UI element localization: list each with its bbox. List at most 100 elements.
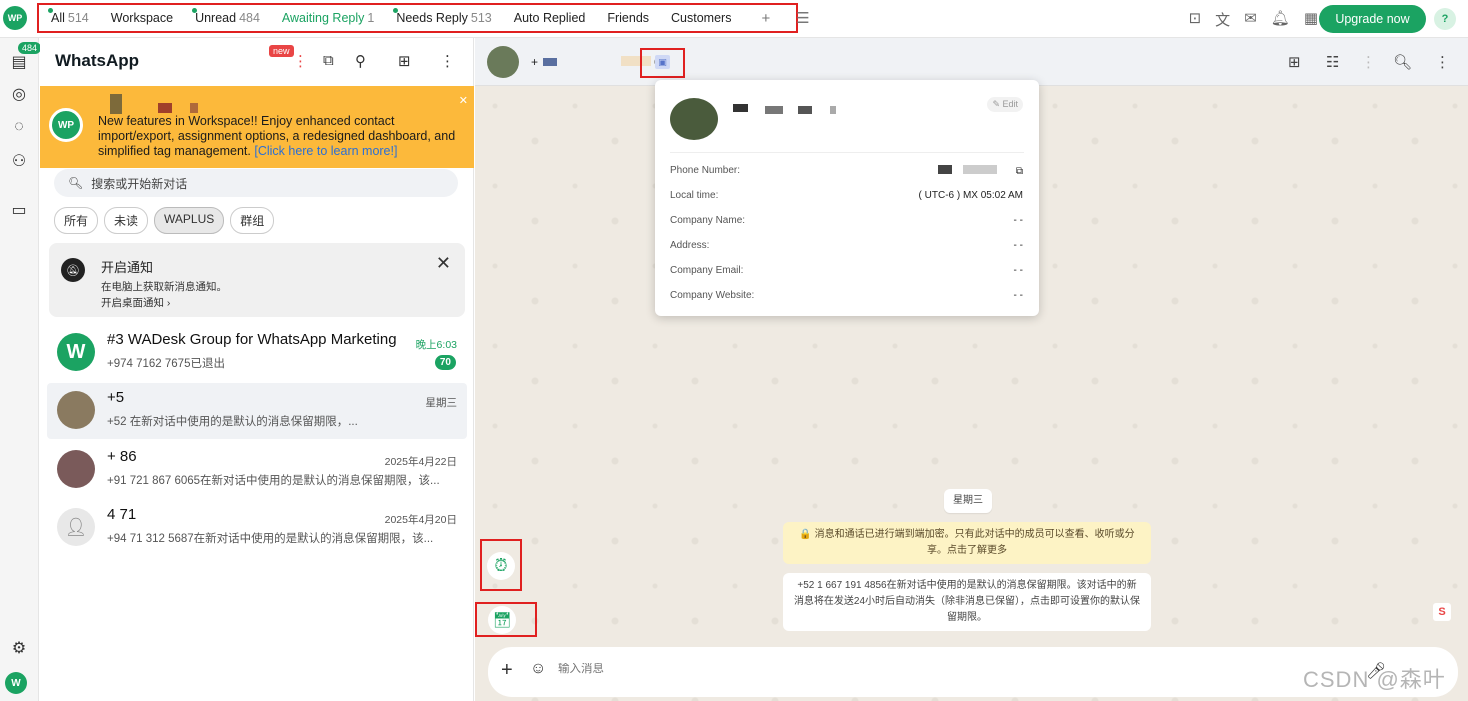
tab-auto-replied[interactable]: Auto Replied: [514, 11, 586, 25]
chat-list-panel: WhatsApp new ⋮ ⧉ ⚲ ⊞ ⋮ WP New features i…: [40, 38, 474, 701]
chip-unread[interactable]: 未读: [104, 207, 149, 234]
tab-friends[interactable]: Friends: [607, 11, 649, 25]
unread-count-badge: 70: [434, 355, 456, 370]
divider: [670, 152, 1024, 153]
attach-plus-icon[interactable]: +: [501, 659, 513, 682]
copy-icon[interactable]: ⧉: [1016, 166, 1023, 177]
edit-button[interactable]: ✎ Edit: [987, 97, 1023, 112]
notify-subtitle: 在电脑上获取新消息通知。: [101, 281, 227, 293]
app-logo-icon: WP: [3, 6, 27, 30]
search-icon: 🔍︎: [68, 176, 84, 190]
avatar: W: [57, 333, 95, 371]
more-vertical-icon[interactable]: ⋮: [1361, 53, 1376, 71]
tab-needs-reply[interactable]: Needs Reply 513: [393, 8, 492, 25]
chat-time: 2025年4月22日: [384, 456, 457, 468]
chat-filter-chips: 所有 未读 WAPLUS 群组: [54, 207, 275, 234]
add-tab-icon[interactable]: +: [761, 10, 770, 27]
chat-name: +5: [107, 389, 125, 406]
chip-all[interactable]: 所有: [54, 207, 99, 234]
avatar[interactable]: [487, 46, 519, 78]
avatar: [57, 391, 95, 429]
bell-off-icon: 🔕︎: [61, 258, 85, 282]
dot-icon: [48, 8, 53, 13]
alarm-clock-icon: ⏰︎: [487, 552, 515, 580]
chat-item[interactable]: + 86 +91 721 867 6065在新对话中使用的是默认的消息保留期限，…: [47, 442, 467, 498]
enable-notifications-link[interactable]: 开启桌面通知 ›: [101, 295, 170, 310]
chat-time: 晚上6:03: [415, 339, 457, 351]
contact-info-card: ✎ Edit Phone Number: ⧉ Local time: ( UTC…: [655, 80, 1039, 316]
tab-all[interactable]: All 514: [48, 8, 89, 25]
chat-item[interactable]: +5 +52 在新对话中使用的是默认的消息保留期限，... 星期三: [47, 383, 467, 439]
message-input[interactable]: [558, 663, 1258, 675]
apps-icon[interactable]: ▦: [1304, 9, 1318, 30]
banner-text: New features in Workspace!! Enjoy enhanc…: [98, 114, 456, 158]
chat-name: + 86: [107, 448, 137, 465]
conversation-panel: + 6 ▣ ⊞ ☷ ⋮ 🔍︎ ⋮ ✎ Edit Phone Number: ⧉ …: [475, 38, 1468, 701]
search-input[interactable]: 🔍︎ 搜索或开始新对话: [54, 169, 458, 197]
new-badge: new: [269, 45, 294, 57]
new-chat-icon[interactable]: ⊞: [398, 52, 411, 70]
scheduled-message-button[interactable]: ⏰︎: [480, 539, 522, 591]
add-contact-icon[interactable]: ⚲: [355, 52, 366, 70]
date-divider: 星期三: [944, 489, 992, 513]
folder-add-icon[interactable]: ⊞: [1288, 53, 1301, 71]
filter-tabs: All 514 Workspace Unread 484 Awaiting Repl…: [37, 3, 810, 33]
emoji-icon[interactable]: ☺: [530, 660, 546, 678]
pin-icon[interactable]: ⋮: [293, 52, 308, 70]
calendar-task-button[interactable]: 📅︎: [475, 602, 537, 637]
local-time-row: Local time: ( UTC-6 ) MX 05:02 AM: [670, 190, 1023, 201]
calendar-check-icon: 📅︎: [488, 606, 516, 634]
settings-icon[interactable]: ⚙: [7, 638, 31, 660]
wadesk-logo-icon[interactable]: W: [5, 672, 27, 694]
learn-more-link[interactable]: [Click here to learn more!]: [254, 144, 397, 158]
retention-notice[interactable]: +52 1 667 191 4856在新对话中使用的是默认的消息保留期限。该对话…: [783, 573, 1151, 631]
channels-icon[interactable]: ◌: [7, 118, 31, 140]
search-icon[interactable]: 🔍︎: [1393, 53, 1412, 71]
tab-customers[interactable]: Customers: [671, 11, 731, 25]
tab-awaiting-reply[interactable]: Awaiting Reply 1: [282, 11, 374, 25]
chat-item[interactable]: 👤︎ 4 71 +94 71 312 5687在新对话中使用的是默认的消息保留期…: [47, 500, 467, 556]
chip-groups[interactable]: 群组: [230, 207, 275, 234]
chat-preview: +52 在新对话中使用的是默认的消息保留期限，...: [107, 416, 358, 428]
close-icon[interactable]: ✕: [459, 94, 468, 107]
company-website-row: Company Website: - -: [670, 290, 1023, 301]
contact-card-icon: ▣: [655, 55, 670, 69]
ai-icon[interactable]: ⊡: [1189, 9, 1202, 30]
watermark: CSDN @森叶: [1303, 667, 1446, 692]
translate-icon[interactable]: 文: [1215, 9, 1230, 30]
page-title: WhatsApp: [55, 51, 140, 70]
company-email-row: Company Email: - -: [670, 265, 1023, 276]
conversation-header: + 6 ▣ ⊞ ☷ ⋮ 🔍︎ ⋮: [475, 38, 1468, 86]
chat-item[interactable]: W #3 WADesk Group for WhatsApp Marketing…: [47, 325, 467, 381]
avatar: [670, 98, 718, 140]
chip-waplus[interactable]: WAPLUS: [154, 207, 225, 234]
menu-icon[interactable]: ⋮: [440, 52, 455, 70]
tab-workspace[interactable]: Workspace: [111, 11, 173, 25]
communities-icon[interactable]: ⚇: [7, 151, 31, 173]
notify-title: 开启通知: [101, 260, 154, 275]
chat-name: #3 WADesk Group for WhatsApp Marketing: [107, 331, 397, 348]
default-avatar-icon: 👤︎: [57, 508, 95, 546]
notes-icon[interactable]: ☷: [1326, 53, 1339, 71]
chat-preview: +91 721 867 6065在新对话中使用的是默认的消息保留期限，该...: [107, 475, 440, 487]
close-icon[interactable]: ✕: [436, 253, 451, 274]
encryption-notice[interactable]: 🔒 消息和通话已进行端到端加密。只有此对话中的成员可以查看、收听或分享。点击了解…: [783, 522, 1151, 564]
contact-info-button[interactable]: ▣: [640, 48, 685, 78]
upgrade-button[interactable]: Upgrade now: [1319, 5, 1426, 33]
notification-prompt: 🔕︎ 开启通知 在电脑上获取新消息通知。 开启桌面通知 › ✕: [49, 243, 465, 317]
menu-icon[interactable]: ⋮: [1435, 53, 1450, 71]
store-icon[interactable]: ▭: [7, 200, 31, 222]
top-right-icons: ⊡ 文 ✉ 🔔︎ ▦: [1189, 9, 1318, 30]
mail-icon[interactable]: ✉: [1244, 9, 1257, 30]
chats-icon[interactable]: ▤: [7, 52, 31, 74]
chat-name: 4 71: [107, 506, 137, 523]
chat-preview: +974 7162 7675已退出: [107, 358, 225, 370]
status-icon[interactable]: ◎: [7, 84, 31, 106]
tab-unread[interactable]: Unread 484: [192, 8, 260, 25]
filter-settings-icon[interactable]: ☰: [796, 9, 809, 27]
company-name-row: Company Name: - -: [670, 215, 1023, 226]
bell-icon[interactable]: 🔔︎: [1271, 9, 1290, 30]
new-note-icon[interactable]: ⧉: [323, 52, 334, 69]
side-widget-icon[interactable]: S: [1433, 603, 1451, 621]
help-icon[interactable]: ?: [1434, 8, 1456, 30]
